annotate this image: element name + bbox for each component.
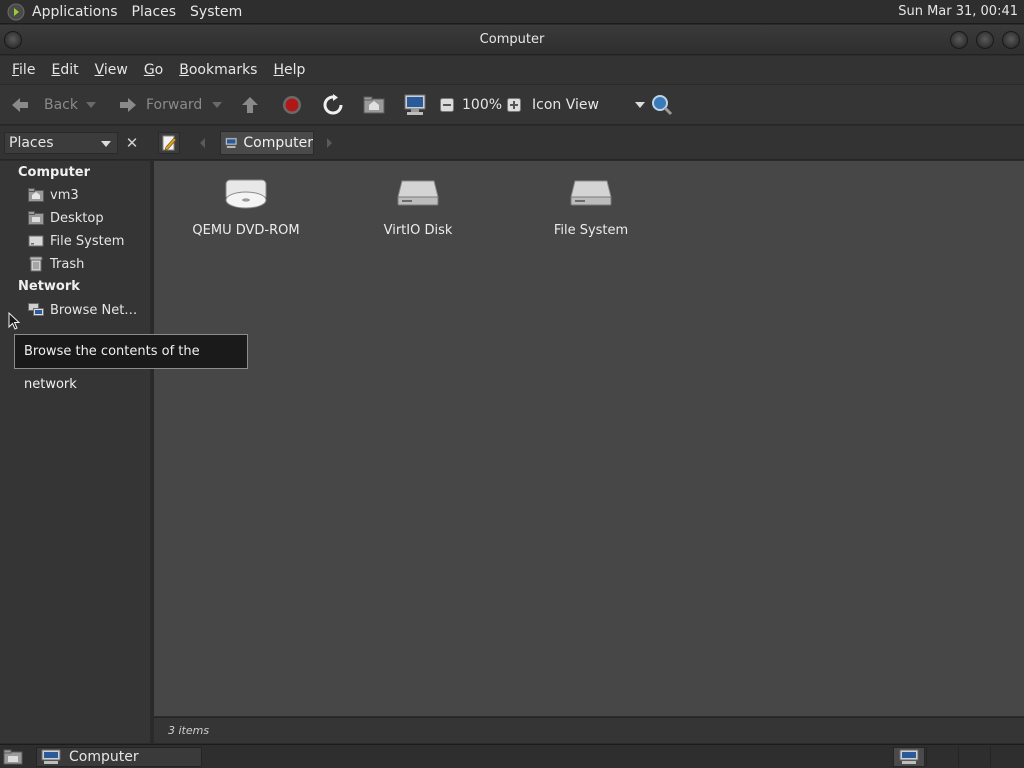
distro-logo-icon[interactable]: [6, 2, 26, 22]
hard-disk-icon: [570, 180, 612, 206]
drive-file-system[interactable]: File System: [526, 175, 656, 238]
chevron-down-icon: [212, 102, 222, 108]
workspace-3-button[interactable]: [958, 747, 990, 767]
forward-history-dropdown[interactable]: [212, 85, 222, 125]
menu-help[interactable]: Help: [271, 62, 307, 78]
top-panel: Applications Places System Sun Mar 31, 0…: [0, 0, 1024, 24]
chevron-down-icon: [86, 102, 96, 108]
close-sidebar-button[interactable]: ✕: [122, 132, 142, 154]
stop-button[interactable]: [282, 85, 302, 125]
workspace-1-button[interactable]: [893, 747, 925, 767]
breadcrumb-scroll-left[interactable]: [200, 138, 205, 148]
toolbar: Back Forward 100% Icon View: [0, 85, 1024, 125]
search-icon: [652, 95, 673, 116]
item-count: 3 items: [168, 724, 210, 737]
menu-edit[interactable]: Edit: [49, 62, 80, 78]
sidebar-pane-select[interactable]: Places: [4, 132, 118, 154]
file-view[interactable]: QEMU DVD-ROM VirtIO Disk File System: [154, 161, 1024, 716]
show-desktop-button[interactable]: [2, 747, 24, 767]
zoom-in-button[interactable]: [507, 85, 521, 125]
menubar: File Edit View Go Bookmarks Help: [0, 56, 1024, 84]
taskbar-item-computer[interactable]: Computer: [36, 747, 202, 767]
desktop-folder-icon: [28, 210, 44, 226]
zoom-level[interactable]: 100%: [462, 85, 502, 125]
computer-icon: [899, 749, 919, 764]
minimize-button[interactable]: [950, 31, 968, 49]
places-sidebar: Computer vm3 Desktop File System Trash N…: [0, 161, 150, 743]
zoom-out-icon: [440, 98, 454, 112]
menu-go[interactable]: Go: [142, 62, 165, 78]
computer-button[interactable]: [403, 85, 427, 125]
drive-qemu-dvd-rom[interactable]: QEMU DVD-ROM: [181, 175, 311, 238]
sidebar-item-desktop[interactable]: Desktop: [28, 210, 104, 226]
up-arrow-icon: [242, 97, 258, 113]
view-mode-select[interactable]: Icon View: [532, 85, 645, 125]
breadcrumb-computer[interactable]: Computer: [220, 131, 314, 155]
computer-icon: [225, 137, 238, 148]
reload-button[interactable]: [322, 85, 344, 125]
mouse-cursor-icon: [8, 312, 20, 330]
panel-clock[interactable]: Sun Mar 31, 00:41: [898, 4, 1018, 19]
sidebar-item-vm3[interactable]: vm3: [28, 187, 79, 203]
up-button[interactable]: [240, 85, 260, 125]
location-bar: Places ✕ Computer: [0, 126, 1024, 160]
zoom-out-button[interactable]: [440, 85, 454, 125]
menu-file[interactable]: File: [10, 62, 37, 78]
system-menu[interactable]: System: [190, 4, 242, 20]
sidebar-item-browse-network[interactable]: Browse Net…: [28, 302, 137, 318]
sidebar-item-file-system[interactable]: File System: [28, 233, 124, 249]
reload-icon: [323, 94, 343, 115]
chevron-down-icon: [101, 141, 111, 147]
hard-disk-icon: [397, 180, 439, 206]
breadcrumb-scroll-right[interactable]: [327, 138, 332, 148]
sidebar-header-computer: Computer: [18, 165, 91, 180]
drive-virtio-disk[interactable]: VirtIO Disk: [353, 175, 483, 238]
back-arrow-icon: [12, 98, 28, 112]
network-icon: [28, 302, 44, 318]
bottom-panel: Computer: [0, 744, 1024, 768]
chevron-down-icon: [634, 102, 645, 108]
workspace-4-button[interactable]: [990, 747, 1022, 767]
sidebar-header-network: Network: [18, 279, 80, 294]
home-button[interactable]: [363, 85, 385, 125]
tooltip: Browse the contents of the network: [14, 334, 248, 392]
home-folder-icon: [363, 96, 385, 114]
workspace-2-button[interactable]: [926, 747, 958, 767]
forward-button[interactable]: Forward: [114, 85, 202, 125]
edit-icon: [162, 135, 177, 151]
search-button[interactable]: [651, 85, 673, 125]
stop-icon: [283, 96, 301, 114]
show-desktop-icon: [3, 749, 23, 765]
applications-menu[interactable]: Applications: [32, 4, 118, 20]
window-titlebar[interactable]: Computer: [0, 25, 1024, 55]
computer-icon: [41, 749, 61, 764]
sidebar-item-trash[interactable]: Trash: [28, 256, 84, 272]
zoom-in-icon: [507, 98, 521, 112]
back-button[interactable]: Back: [10, 85, 78, 125]
menu-view[interactable]: View: [93, 62, 130, 78]
toggle-location-entry-button[interactable]: [158, 132, 180, 154]
forward-arrow-icon: [120, 98, 136, 112]
computer-icon: [404, 94, 426, 115]
window-title: Computer: [479, 32, 545, 47]
home-folder-icon: [28, 187, 44, 203]
menu-bookmarks[interactable]: Bookmarks: [177, 62, 259, 78]
close-window-button[interactable]: [1002, 31, 1020, 49]
status-bar: 3 items: [154, 717, 1024, 743]
trash-icon: [28, 256, 44, 272]
optical-drive-icon: [225, 179, 267, 209]
hard-disk-icon: [28, 233, 44, 249]
places-menu[interactable]: Places: [132, 4, 177, 20]
maximize-button[interactable]: [976, 31, 994, 49]
back-history-dropdown[interactable]: [86, 85, 96, 125]
